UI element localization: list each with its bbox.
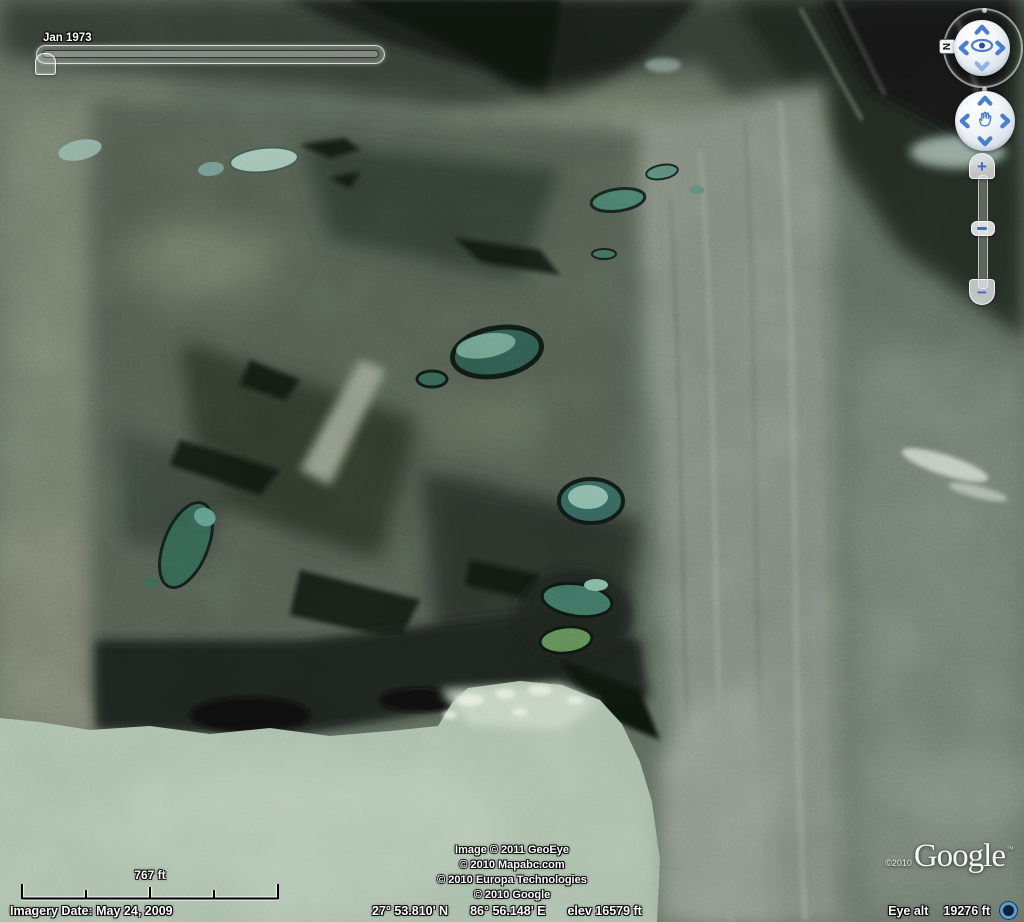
- eye-alt-label: Eye alt: [888, 904, 928, 918]
- scale-ruler: [21, 870, 279, 902]
- status-bar: Imagery Date: May 24, 2009 27° 53.810' N…: [0, 900, 1024, 922]
- zoom-in-button[interactable]: +: [969, 153, 995, 179]
- trademark-symbol: ™: [1006, 845, 1014, 854]
- zoom-slider-handle[interactable]: [971, 221, 995, 236]
- google-wordmark: Google: [914, 838, 1005, 875]
- look-joystick[interactable]: N: [943, 8, 1023, 88]
- latitude: 27° 53.810' N: [372, 904, 448, 918]
- time-slider-handle[interactable]: [35, 53, 56, 75]
- scale-bar: 767 ft: [21, 868, 279, 902]
- copyright-line: © 2010 Europa Technologies: [437, 873, 587, 888]
- copyright-line: © 2010 Mapabc.com: [437, 858, 587, 873]
- hand-icon[interactable]: [977, 110, 994, 132]
- copyright-line: Image © 2011 GeoEye: [437, 843, 587, 858]
- imagery-date: Imagery Date: May 24, 2009: [10, 904, 173, 918]
- zoom-slider: + −: [966, 153, 1000, 307]
- ring-tick: [982, 8, 987, 13]
- move-down-arrow[interactable]: [977, 132, 994, 149]
- move-up-arrow[interactable]: [977, 93, 994, 110]
- look-ball[interactable]: [954, 20, 1010, 76]
- move-left-arrow[interactable]: [957, 113, 974, 130]
- north-label: N: [942, 43, 953, 50]
- minus-icon: −: [977, 283, 987, 302]
- google-logo: ©2010 Google ™: [885, 838, 1014, 875]
- time-slider: Jan 1973: [30, 31, 386, 77]
- eye-alt-value: 19276 ft: [943, 904, 990, 918]
- time-slider-track[interactable]: [36, 45, 385, 64]
- move-right-arrow[interactable]: [996, 113, 1013, 130]
- copyright-attribution: Image © 2011 GeoEye © 2010 Mapabc.com © …: [437, 843, 587, 903]
- google-earth-viewport: Jan 1973 N: [0, 0, 1024, 922]
- eye-icon[interactable]: [970, 38, 994, 59]
- move-joystick[interactable]: [955, 91, 1015, 151]
- time-slider-range: [42, 50, 379, 58]
- logo-copyright-year: ©2010: [885, 858, 912, 868]
- look-up-arrow[interactable]: [974, 22, 991, 39]
- look-down-arrow[interactable]: [974, 57, 991, 74]
- plus-icon: +: [977, 157, 987, 176]
- time-slider-date-label: Jan 1973: [43, 32, 92, 44]
- streaming-indicator-icon: [1000, 902, 1017, 919]
- elevation: elev 16579 ft: [567, 904, 641, 918]
- move-ball[interactable]: [955, 91, 1015, 151]
- satellite-imagery[interactable]: [0, 0, 1024, 922]
- zoom-out-button[interactable]: −: [969, 279, 995, 305]
- longitude: 86° 56.148' E: [470, 904, 545, 918]
